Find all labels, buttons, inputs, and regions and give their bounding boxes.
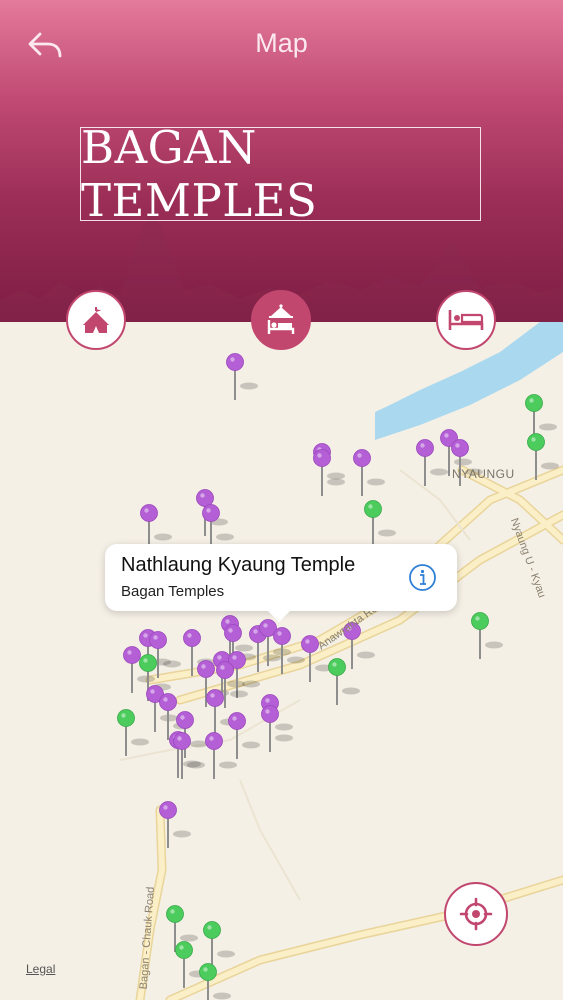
bed-icon [448, 310, 484, 330]
header: Map BAGAN TEMPLES [0, 0, 563, 330]
banner-title-box: BAGAN TEMPLES [80, 121, 481, 227]
temple-pin[interactable] [149, 631, 182, 679]
temple-pin[interactable] [226, 353, 259, 401]
hotel-pin[interactable] [364, 500, 397, 548]
legal-link[interactable]: Legal [26, 962, 55, 976]
category-attractions-button[interactable] [66, 290, 126, 350]
nav-title: Map [255, 28, 308, 58]
category-lodging-button[interactable] [436, 290, 496, 350]
temple-pin[interactable] [353, 449, 386, 497]
hotel-pin[interactable] [203, 921, 236, 969]
hotel-pin[interactable] [525, 394, 558, 442]
temple-pin[interactable] [313, 449, 346, 497]
crosshair-location-icon [459, 897, 493, 931]
temple-pin[interactable] [416, 439, 449, 487]
hotel-bell-bed-icon [267, 304, 295, 334]
hotel-pin[interactable] [117, 709, 150, 757]
town-label-nyaungu: NYAUNGU [452, 467, 515, 481]
locate-me-button[interactable] [444, 882, 508, 946]
callout-info-button[interactable] [408, 563, 437, 592]
hotel-pin[interactable] [471, 612, 504, 660]
circus-tent-icon [83, 307, 109, 333]
info-icon [409, 564, 436, 591]
callout-title: Nathlaung Kyaung Temple [121, 554, 356, 576]
category-hotels-button[interactable] [251, 290, 311, 350]
hotel-pin[interactable] [328, 658, 361, 706]
banner-title: BAGAN TEMPLES [81, 121, 318, 227]
temple-pin[interactable] [228, 712, 261, 760]
callout-subtitle: Bagan Temples [121, 583, 225, 600]
map-callout[interactable]: Nathlaung Kyaung Temple Bagan Temples [105, 544, 457, 622]
